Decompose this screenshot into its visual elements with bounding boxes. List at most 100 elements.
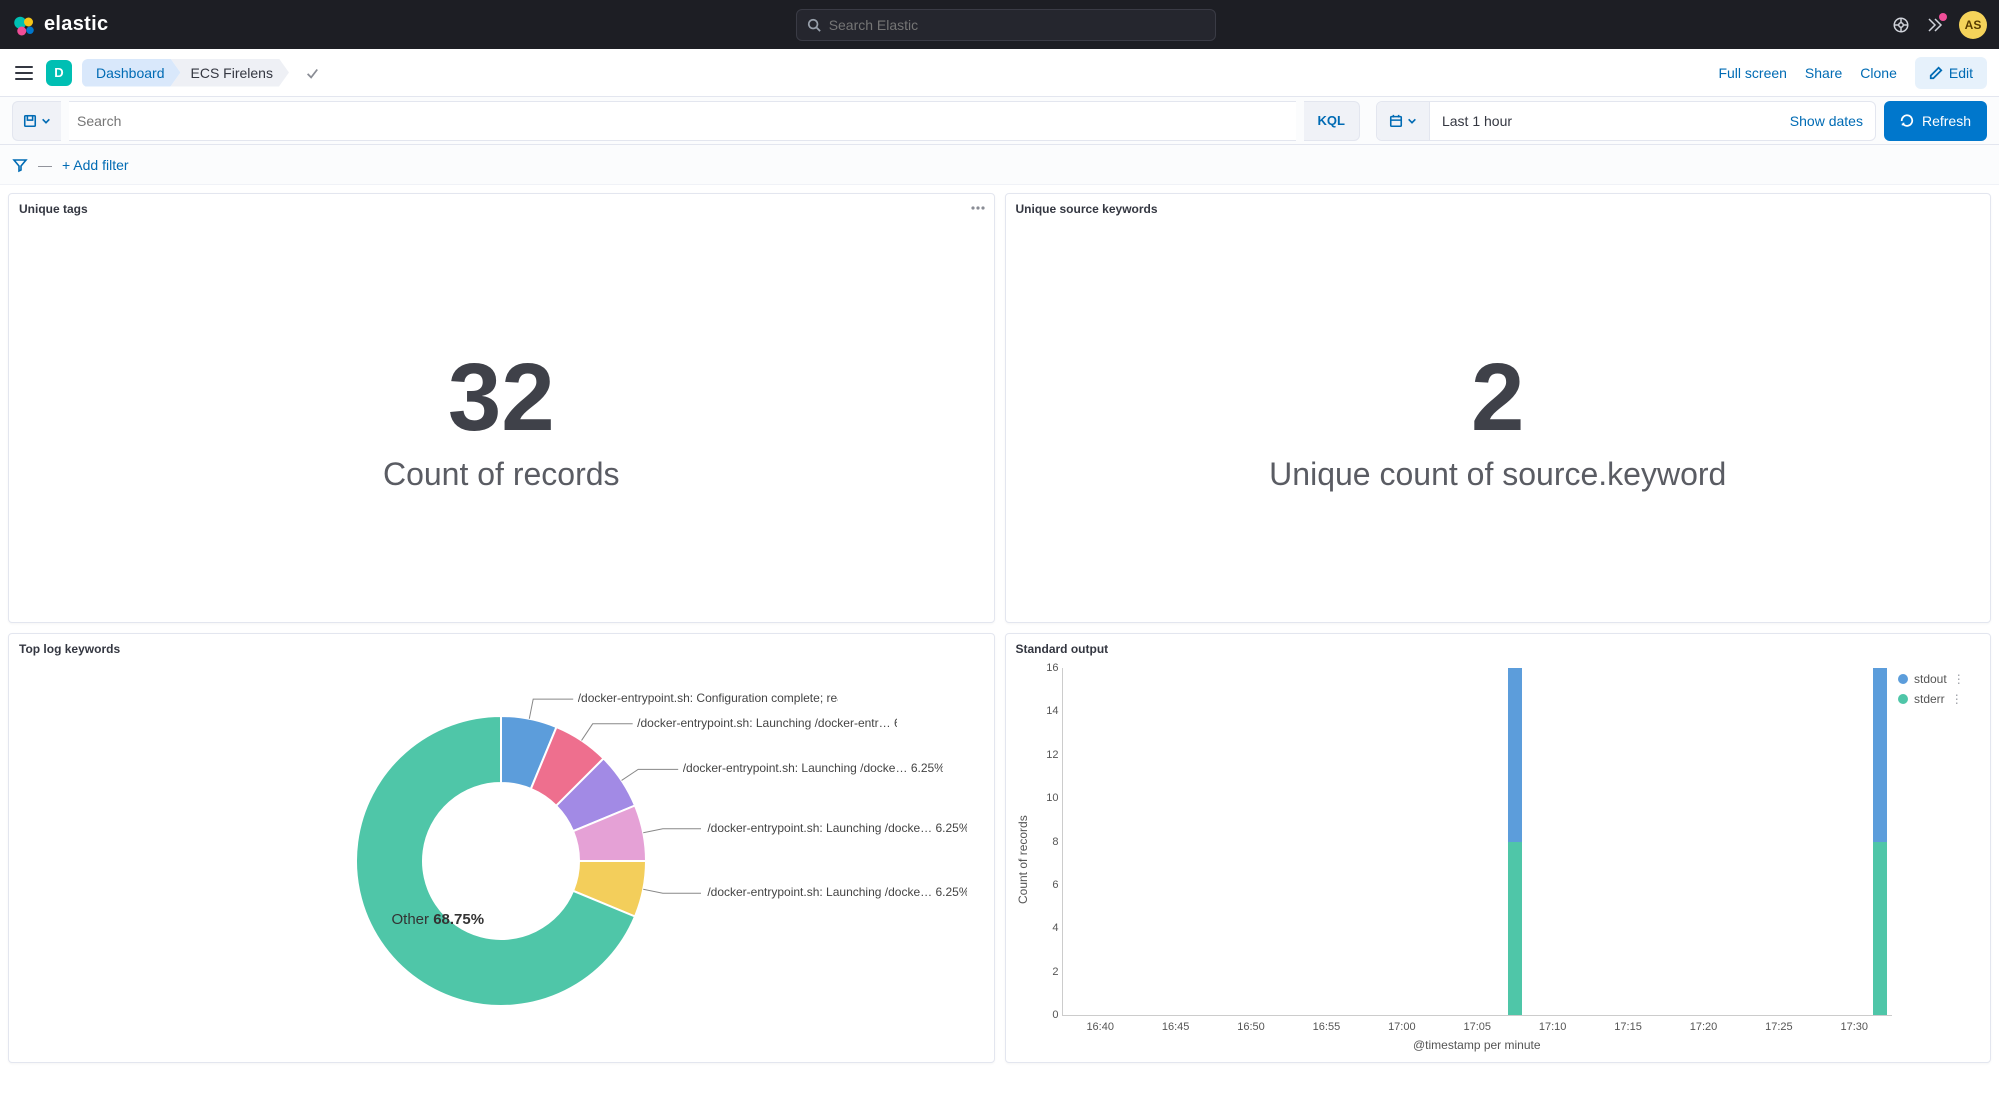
refresh-icon: [1900, 114, 1914, 128]
brand-text: elastic: [44, 13, 108, 36]
legend-swatch-icon: [1898, 674, 1908, 684]
panel-title: Unique tags: [9, 194, 994, 220]
y-tick: 0: [1033, 1009, 1059, 1021]
share-button[interactable]: Share: [1805, 65, 1842, 81]
search-icon: [807, 18, 821, 32]
y-tick: 8: [1033, 836, 1059, 848]
y-tick: 14: [1033, 705, 1059, 717]
notification-dot-icon: [1939, 13, 1947, 21]
y-tick: 10: [1033, 792, 1059, 804]
y-tick: 12: [1033, 749, 1059, 761]
sub-header: D Dashboard ECS Firelens Full screen Sha…: [0, 49, 1999, 97]
help-icon[interactable]: [1891, 15, 1911, 35]
global-search-input[interactable]: [829, 17, 1205, 33]
disk-icon: [23, 114, 37, 128]
donut-slice-label: /docker-entrypoint.sh: Launching /docke……: [683, 761, 943, 775]
nav-toggle-button[interactable]: [12, 61, 36, 85]
ellipsis-icon: [970, 200, 986, 216]
y-tick: 2: [1033, 966, 1059, 978]
breadcrumb-dashboard[interactable]: Dashboard: [82, 59, 181, 87]
space-badge[interactable]: D: [46, 60, 72, 86]
x-tick: 17:15: [1614, 1021, 1642, 1033]
x-tick: 17:25: [1765, 1021, 1793, 1033]
global-header: elastic AS: [0, 0, 1999, 49]
breadcrumb-current[interactable]: ECS Firelens: [171, 59, 289, 87]
y-tick: 4: [1033, 922, 1059, 934]
bar-chart[interactable]: Count of records 024681012141616:4016:45…: [1006, 660, 1991, 1062]
legend-label: stdout: [1914, 672, 1947, 686]
refresh-label: Refresh: [1922, 113, 1971, 129]
x-tick: 17:05: [1463, 1021, 1491, 1033]
panel-title: Standard output: [1006, 634, 1991, 660]
x-tick: 16:55: [1313, 1021, 1341, 1033]
ellipsis-vertical-icon[interactable]: ⋮: [1951, 692, 1963, 706]
donut-slice-label: /docker-entrypoint.sh: Configuration com…: [578, 691, 838, 705]
dashboard-grid: Unique tags 32 Count of records Unique s…: [0, 185, 1999, 1096]
metric-value: 2: [1471, 350, 1524, 446]
time-picker: Last 1 hour Show dates: [1376, 101, 1876, 141]
query-bar: KQL Last 1 hour Show dates Refresh: [0, 97, 1999, 145]
brand[interactable]: elastic: [12, 13, 108, 37]
pencil-icon: [1929, 66, 1943, 80]
avatar[interactable]: AS: [1959, 11, 1987, 39]
x-tick: 17:20: [1690, 1021, 1718, 1033]
metric: 32 Count of records: [9, 220, 994, 622]
show-dates-label: Show dates: [1790, 113, 1863, 129]
plot-area: 024681012141616:4016:4516:5016:5517:0017…: [1062, 668, 1893, 1016]
add-filter-button[interactable]: + Add filter: [62, 157, 129, 173]
x-tick: 17:30: [1841, 1021, 1869, 1033]
filter-bar: — + Add filter: [0, 145, 1999, 185]
ellipsis-vertical-icon[interactable]: ⋮: [1953, 672, 1965, 686]
metric: 2 Unique count of source.keyword: [1006, 220, 1991, 622]
query-input[interactable]: [69, 113, 1296, 129]
saved-check-icon: [305, 66, 319, 80]
x-tick: 17:00: [1388, 1021, 1416, 1033]
metric-value: 32: [448, 350, 555, 446]
calendar-icon: [1389, 114, 1403, 128]
x-tick: 16:45: [1162, 1021, 1190, 1033]
panel-options-button[interactable]: [970, 200, 986, 219]
query-input-wrap: [69, 101, 1296, 141]
bar[interactable]: [1873, 668, 1887, 1015]
bar[interactable]: [1508, 668, 1522, 1015]
full-screen-button[interactable]: Full screen: [1718, 65, 1786, 81]
x-tick: 16:50: [1237, 1021, 1265, 1033]
donut-slice-label: /docker-entrypoint.sh: Launching /docke……: [707, 885, 967, 899]
y-axis-label: Count of records: [1014, 668, 1032, 1052]
y-tick: 16: [1033, 662, 1059, 674]
donut-slice-label: /docker-entrypoint.sh: Launching /docke……: [707, 821, 967, 835]
legend-swatch-icon: [1898, 694, 1908, 704]
saved-query-button[interactable]: [12, 101, 61, 141]
global-search-wrap: [120, 9, 1891, 41]
donut-slice-label: /docker-entrypoint.sh: Launching /docker…: [637, 716, 897, 730]
chevron-down-icon: [1407, 116, 1417, 126]
elastic-logo-icon: [12, 13, 36, 37]
time-range-button[interactable]: Last 1 hour: [1430, 102, 1670, 140]
panel-top-log-keywords: Top log keywords /docker-entrypoint.sh: …: [8, 633, 995, 1063]
edit-button[interactable]: Edit: [1915, 57, 1987, 89]
bar-segment-stdout: [1873, 668, 1887, 842]
global-search[interactable]: [796, 9, 1216, 41]
panel-standard-output: Standard output Count of records 0246810…: [1005, 633, 1992, 1063]
panel-unique-tags: Unique tags 32 Count of records: [8, 193, 995, 623]
breadcrumb: Dashboard ECS Firelens: [82, 59, 289, 87]
panel-title: Top log keywords: [9, 634, 994, 660]
x-axis-label: @timestamp per minute: [1062, 1038, 1893, 1052]
time-picker-calendar-button[interactable]: [1377, 102, 1430, 140]
metric-label: Unique count of source.keyword: [1269, 456, 1726, 493]
bar-segment-stdout: [1508, 668, 1522, 842]
legend-item-stderr[interactable]: stderr ⋮: [1898, 692, 1982, 706]
x-tick: 17:10: [1539, 1021, 1567, 1033]
header-right: AS: [1891, 11, 1987, 39]
clone-button[interactable]: Clone: [1860, 65, 1897, 81]
refresh-button[interactable]: Refresh: [1884, 101, 1987, 141]
newsfeed-icon[interactable]: [1925, 15, 1945, 35]
time-range-label: Last 1 hour: [1442, 113, 1512, 129]
filter-divider: —: [38, 157, 52, 173]
chevron-down-icon: [41, 116, 51, 126]
query-language-badge[interactable]: KQL: [1304, 101, 1360, 141]
panel-title: Unique source keywords: [1006, 194, 1991, 220]
legend-item-stdout[interactable]: stdout ⋮: [1898, 672, 1982, 686]
show-dates-button[interactable]: Show dates: [1778, 102, 1875, 140]
filter-options-icon[interactable]: [12, 157, 28, 173]
